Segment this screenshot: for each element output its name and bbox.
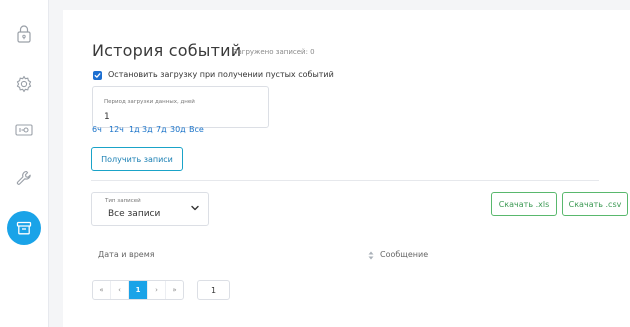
- range-3d[interactable]: 3д: [142, 125, 153, 134]
- next-page-button[interactable]: ›: [148, 281, 166, 299]
- last-page-button[interactable]: »: [166, 281, 183, 299]
- range-30d[interactable]: 30д: [170, 125, 186, 134]
- period-input[interactable]: Период загрузки данных, дней 1: [92, 86, 269, 128]
- archive-icon: [16, 221, 32, 235]
- sort-icon[interactable]: [368, 251, 374, 260]
- checkmark-icon: [94, 73, 101, 78]
- current-page[interactable]: 1: [129, 281, 148, 299]
- range-all[interactable]: Все: [189, 125, 204, 134]
- gear-icon: [16, 75, 32, 93]
- range-7d[interactable]: 7д: [156, 125, 167, 134]
- events-history-panel: История событий Загружено записей: 0 Ост…: [63, 10, 630, 327]
- download-xls-button[interactable]: Скачать .xls: [491, 192, 557, 216]
- range-1d[interactable]: 1д: [129, 125, 140, 134]
- sidebar-item-lock[interactable]: [0, 16, 48, 52]
- record-type-select[interactable]: Тип записей Все записи: [91, 192, 209, 226]
- stop-on-empty-checkbox[interactable]: [93, 71, 102, 80]
- record-type-value: Все записи: [108, 209, 161, 219]
- download-csv-button[interactable]: Скачать .csv: [562, 192, 628, 216]
- loaded-count: Загружено записей: 0: [233, 48, 315, 56]
- sidebar-item-access[interactable]: [0, 112, 48, 148]
- range-6h[interactable]: 6ч: [92, 125, 102, 134]
- chevron-down-icon: [191, 205, 199, 211]
- column-datetime[interactable]: Дата и время: [98, 250, 155, 259]
- stop-on-empty-label[interactable]: Остановить загрузку при получении пустых…: [108, 70, 334, 79]
- page-title: История событий: [92, 41, 242, 60]
- sidebar-item-service[interactable]: [0, 160, 48, 196]
- first-page-button[interactable]: «: [93, 281, 111, 299]
- get-records-button[interactable]: Получить записи: [91, 147, 183, 171]
- pagination: « ‹ 1 › »: [92, 280, 184, 300]
- divider: [91, 180, 599, 181]
- key-card-icon: [15, 124, 33, 136]
- lock-icon: [17, 25, 31, 43]
- sidebar-item-settings[interactable]: [0, 66, 48, 102]
- column-message[interactable]: Сообщение: [380, 250, 428, 259]
- period-label: Период загрузки данных, дней: [104, 99, 195, 105]
- sidebar-item-archive[interactable]: [7, 211, 41, 245]
- period-value[interactable]: 1: [104, 112, 110, 122]
- goto-page-input[interactable]: 1: [197, 280, 230, 300]
- sidebar: [0, 0, 49, 327]
- prev-page-button[interactable]: ‹: [111, 281, 129, 299]
- range-12h[interactable]: 12ч: [109, 125, 124, 134]
- wrench-icon: [16, 170, 31, 185]
- record-type-label: Тип записей: [105, 198, 141, 204]
